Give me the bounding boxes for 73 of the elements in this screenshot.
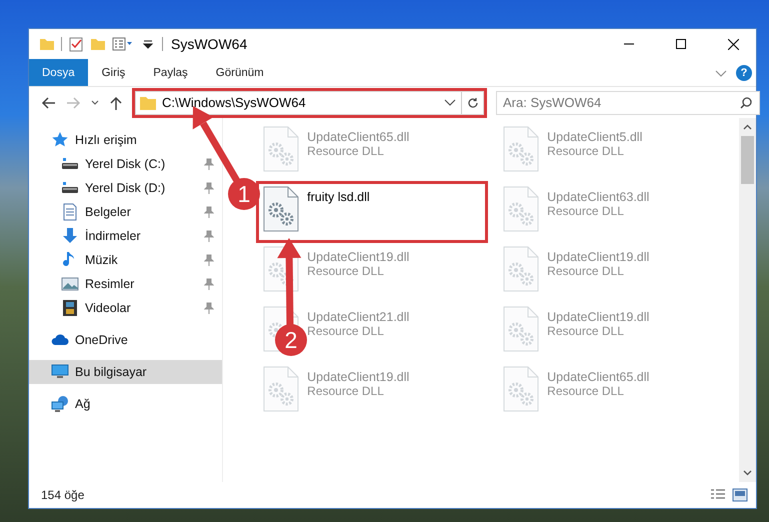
gear-file-icon bbox=[503, 366, 540, 412]
forward-arrow-icon bbox=[67, 96, 81, 108]
maximize-icon bbox=[676, 39, 686, 49]
download-icon bbox=[61, 227, 79, 245]
file-name: UpdateClient19.dll bbox=[307, 249, 410, 264]
gear-file-icon bbox=[263, 126, 300, 172]
vertical-scrollbar[interactable] bbox=[739, 118, 756, 482]
folder-icon bbox=[140, 96, 156, 110]
sidebar-item[interactable]: Ağ bbox=[29, 392, 222, 416]
back-arrow-icon bbox=[41, 96, 55, 108]
gear-file-icon bbox=[503, 126, 540, 172]
step-badge: 2 bbox=[275, 324, 307, 356]
file-type: Resource DLL bbox=[307, 144, 385, 158]
large-icons-view-icon[interactable] bbox=[732, 488, 748, 502]
file-name: UpdateClient63.dll bbox=[547, 189, 650, 204]
gear-file-icon bbox=[503, 246, 540, 292]
gear-file-icon bbox=[503, 306, 540, 352]
sidebar-item[interactable]: Belgeler bbox=[29, 200, 222, 224]
file-type: Resource DLL bbox=[547, 204, 625, 218]
file-name: UpdateClient19.dll bbox=[307, 369, 410, 384]
file-name: UpdateClient65.dll bbox=[547, 369, 650, 384]
file-type: Resource DLL bbox=[307, 264, 385, 278]
step-badge: 1 bbox=[228, 178, 260, 210]
gear-file-icon bbox=[503, 186, 540, 232]
sidebar-item[interactable]: Resimler bbox=[29, 272, 222, 296]
file-type: Resource DLL bbox=[547, 264, 625, 278]
sidebar-item[interactable]: Hızlı erişim bbox=[29, 128, 222, 152]
sidebar-item[interactable]: Yerel Disk (C:) bbox=[29, 152, 222, 176]
window-title: SysWOW64 bbox=[171, 36, 248, 52]
scroll-thumb[interactable] bbox=[741, 136, 754, 184]
ribbon-tab[interactable]: Paylaş bbox=[139, 59, 202, 86]
file-name: UpdateClient19.dll bbox=[547, 249, 650, 264]
file-name: UpdateClient21.dll bbox=[307, 309, 410, 324]
sidebar-item[interactable]: Videolar bbox=[29, 296, 222, 320]
sidebar-item[interactable]: Yerel Disk (D:) bbox=[29, 176, 222, 200]
ribbon-tab[interactable]: Giriş bbox=[88, 59, 140, 86]
close-icon bbox=[728, 38, 738, 50]
file-name: UpdateClient19.dll bbox=[547, 309, 650, 324]
video-icon bbox=[61, 299, 79, 317]
search-field[interactable]: Ara: SysWOW64 bbox=[496, 90, 760, 114]
file-type: Resource DLL bbox=[547, 384, 625, 398]
file-type: Resource DLL bbox=[547, 324, 625, 338]
chevron-down-icon bbox=[91, 100, 99, 106]
checklist-icon[interactable] bbox=[68, 36, 84, 52]
file-type: Resource DLL bbox=[307, 324, 385, 338]
sidebar-item[interactable]: Bu bilgisayar bbox=[29, 360, 222, 384]
address-path: C:\Windows\SysWOW64 bbox=[162, 95, 306, 110]
sidebar-item[interactable]: OneDrive bbox=[29, 328, 222, 352]
file-name: fruity lsd.dll bbox=[307, 189, 370, 204]
refresh-icon bbox=[466, 96, 478, 108]
gear-file-icon bbox=[263, 186, 300, 232]
gear-file-icon bbox=[263, 366, 300, 412]
sidebar-item[interactable]: Müzik bbox=[29, 248, 222, 272]
star-icon bbox=[51, 131, 69, 149]
network-icon bbox=[51, 395, 69, 413]
properties-icon[interactable] bbox=[112, 36, 134, 52]
scroll-down-icon[interactable] bbox=[743, 470, 752, 476]
scroll-up-icon[interactable] bbox=[743, 124, 752, 130]
file-type: Resource DLL bbox=[547, 144, 625, 158]
ribbon-tab[interactable]: Dosya bbox=[29, 59, 88, 86]
file-item[interactable]: fruity lsd.dll bbox=[259, 184, 486, 240]
document-icon bbox=[61, 203, 79, 221]
file-name: UpdateClient65.dll bbox=[307, 129, 410, 144]
help-button[interactable]: ? bbox=[736, 64, 752, 80]
pictures-icon bbox=[61, 275, 79, 293]
computer-icon bbox=[51, 363, 69, 381]
file-name: UpdateClient5.dll bbox=[547, 129, 642, 144]
up-arrow-icon bbox=[110, 96, 122, 110]
sidebar-item[interactable]: İndirmeler bbox=[29, 224, 222, 248]
file-type: Resource DLL bbox=[307, 384, 385, 398]
item-count: 154 öğe bbox=[41, 488, 86, 502]
chevron-down-icon[interactable] bbox=[443, 98, 457, 108]
ribbon-tab[interactable]: Görünüm bbox=[202, 59, 278, 86]
